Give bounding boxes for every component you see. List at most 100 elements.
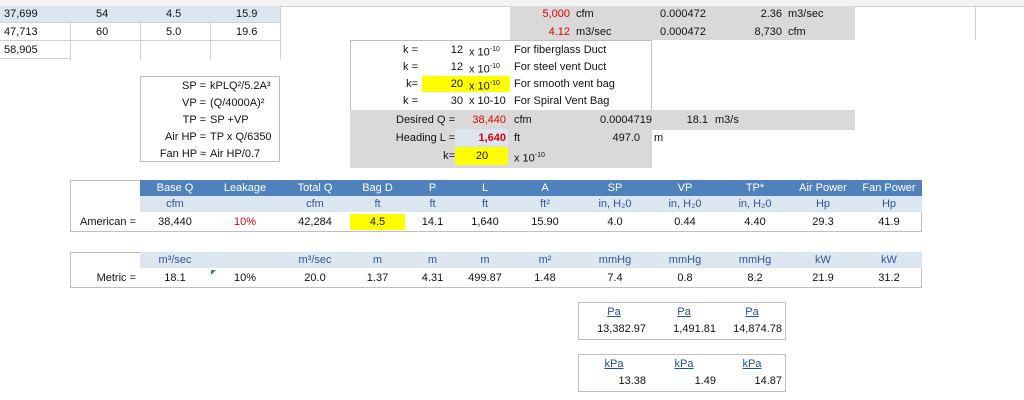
unit-label: ft (514, 132, 521, 144)
unit-cell: mmHg (598, 254, 632, 266)
pa-header[interactable]: Pa (650, 304, 718, 320)
unit-cell: m² (538, 254, 552, 266)
heading-input[interactable]: 1,640 (458, 130, 506, 146)
factor-cell[interactable]: 0.0004719 (600, 112, 670, 128)
american-a[interactable]: 15.90 (510, 214, 580, 230)
col-header-tp[interactable]: TP* (720, 180, 790, 196)
cell[interactable]: 15.9 (236, 6, 276, 22)
american-base-q[interactable]: 38,440 (140, 214, 210, 230)
metric-tp[interactable]: 8.2 (720, 270, 790, 286)
kpa-value[interactable]: 13.38 (580, 373, 646, 389)
american-fan-power[interactable]: 41.9 (856, 214, 922, 230)
cell[interactable]: 60 (96, 24, 136, 40)
metric-a[interactable]: 1.48 (510, 270, 580, 286)
unit-cell: in, H₂0 (668, 198, 702, 210)
k-description: For Spiral Vent Bag (514, 95, 610, 107)
col-header-bag-d[interactable]: Bag D (350, 180, 405, 196)
formula-lhs: SP = (182, 80, 206, 92)
col-header-leakage[interactable]: Leakage (210, 180, 280, 196)
result-cell[interactable]: 497.0 (596, 130, 640, 146)
american-tp[interactable]: 4.40 (720, 214, 790, 230)
metric-fan-power[interactable]: 31.2 (856, 270, 922, 286)
pa-header[interactable]: Pa (718, 304, 786, 320)
desired-q-input[interactable]: 38,440 (458, 112, 506, 128)
formula-rhs: kPLQ²/5.2A³ (210, 80, 271, 92)
american-l[interactable]: 1,640 (460, 214, 510, 230)
unit-cell: ft (374, 198, 381, 210)
unit-cell: kW (881, 254, 897, 266)
k-label: k = (403, 44, 418, 56)
metric-l[interactable]: 499.87 (460, 270, 510, 286)
pa-header[interactable]: Pa (580, 304, 648, 320)
m3sec-input[interactable]: 4.12 (510, 24, 570, 40)
metric-p[interactable]: 4.31 (405, 270, 460, 286)
k-selected-input[interactable]: 20 (458, 148, 506, 164)
k-value[interactable]: 30 (425, 93, 463, 109)
metric-base-q[interactable]: 18.1 (140, 270, 210, 286)
kpa-value[interactable]: 14.87 (718, 373, 782, 389)
cell[interactable]: 37,699 (4, 6, 64, 22)
metric-bag-d[interactable]: 1.37 (350, 270, 405, 286)
cell[interactable]: 5.0 (166, 24, 206, 40)
metric-sp[interactable]: 7.4 (580, 270, 650, 286)
pa-value[interactable]: 14,874.78 (718, 321, 782, 337)
col-header-sp[interactable]: SP (580, 180, 650, 196)
col-header-p[interactable]: P (405, 180, 460, 196)
formula-lhs: Air HP = (164, 131, 206, 143)
pa-value[interactable]: 13,382.97 (580, 321, 646, 337)
american-vp[interactable]: 0.44 (650, 214, 720, 230)
american-air-power[interactable]: 29.3 (790, 214, 856, 230)
formula-rhs: TP x Q/6350 (210, 131, 272, 143)
american-bag-d[interactable]: 4.5 (350, 214, 405, 230)
col-header-air-power[interactable]: Air Power (790, 180, 856, 196)
cell[interactable]: 58,905 (4, 42, 64, 58)
k-value[interactable]: 20 (425, 76, 463, 92)
k-selected-label: k= (443, 150, 455, 162)
k-label: k = (403, 61, 418, 73)
unit-cell: cfm (306, 198, 324, 210)
kpa-header[interactable]: kPa (650, 356, 718, 372)
unit-cell: ft (429, 198, 436, 210)
kpa-header[interactable]: kPa (580, 356, 648, 372)
result-cell[interactable]: 8,730 (740, 24, 782, 40)
unit-cell: ft (481, 198, 489, 210)
unit-label: cfm (788, 26, 806, 38)
unit-cell: mmHg (668, 254, 702, 266)
formula-lhs: TP = (182, 114, 206, 126)
col-header-l[interactable]: L (460, 180, 510, 196)
col-header-vp[interactable]: VP (650, 180, 720, 196)
cell[interactable]: 47,713 (4, 24, 64, 40)
american-sp[interactable]: 4.0 (580, 214, 650, 230)
k-description: For steel vent Duct (514, 61, 607, 73)
gridline (975, 6, 976, 40)
k-value[interactable]: 12 (425, 42, 463, 58)
cell[interactable]: 4.5 (166, 6, 206, 22)
col-header-a[interactable]: A (510, 180, 580, 196)
american-p[interactable]: 14.1 (405, 214, 460, 230)
cell[interactable]: 54 (96, 6, 136, 22)
factor-cell[interactable]: 0.000472 (660, 6, 720, 22)
metric-air-power[interactable]: 21.9 (790, 270, 856, 286)
cfm-input[interactable]: 5,000 (510, 6, 570, 22)
factor-cell[interactable]: 0.000472 (660, 24, 720, 40)
kpa-value[interactable]: 1.49 (650, 373, 716, 389)
unit-cell: ft² (540, 198, 550, 210)
american-total-q[interactable]: 42,284 (280, 214, 350, 230)
pa-value[interactable]: 1,491.81 (650, 321, 716, 337)
metric-total-q[interactable]: 20.0 (280, 270, 350, 286)
result-cell[interactable]: 2.36 (740, 6, 782, 22)
col-header-total-q[interactable]: Total Q (280, 180, 350, 196)
formula-rhs: (Q/4000A)² (210, 97, 265, 109)
k-value[interactable]: 12 (425, 59, 463, 75)
american-leakage[interactable]: 10% (210, 214, 280, 230)
metric-leakage[interactable]: 10% (210, 270, 280, 286)
k-multiplier: x 10-10 (469, 80, 500, 93)
col-header-fan-power[interactable]: Fan Power (856, 180, 922, 196)
result-cell[interactable]: 18.1 (668, 112, 708, 128)
k-multiplier: x 10-10 (469, 95, 506, 107)
metric-vp[interactable]: 0.8 (650, 270, 720, 286)
col-header-base-q[interactable]: Base Q (140, 180, 210, 196)
k-selected-multiplier: x 10-10 (514, 152, 545, 165)
cell[interactable]: 19.6 (236, 24, 276, 40)
kpa-header[interactable]: kPa (718, 356, 786, 372)
